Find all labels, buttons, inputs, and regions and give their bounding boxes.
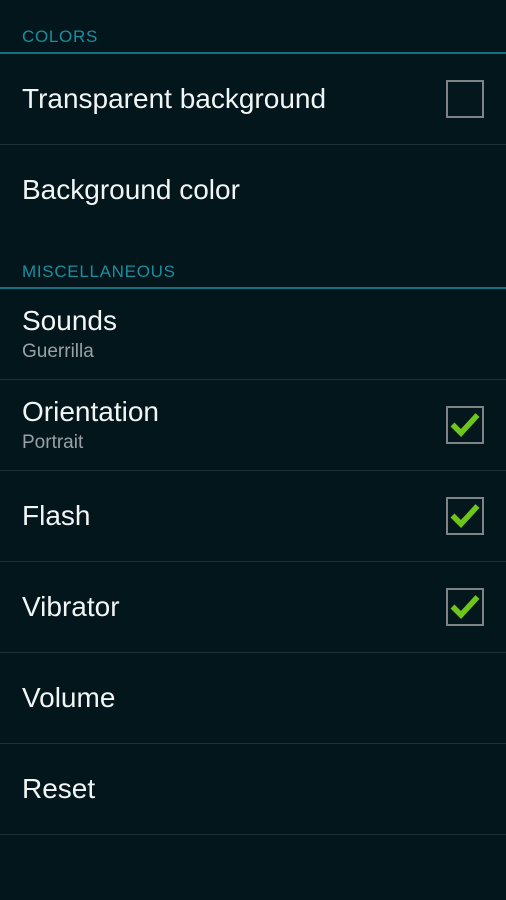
row-volume[interactable]: Volume [0, 653, 506, 743]
row-orientation-text: Orientation Portrait [22, 395, 446, 455]
section-header-colors-label: COLORS [22, 27, 98, 46]
row-sounds[interactable]: Sounds Guerrilla [0, 289, 506, 379]
checkbox-orientation[interactable] [446, 406, 484, 444]
row-vibrator-text: Vibrator [22, 590, 446, 624]
row-flash-text: Flash [22, 499, 446, 533]
row-orientation-subtitle: Portrait [22, 432, 84, 453]
row-flash[interactable]: Flash [0, 471, 506, 561]
section-header-miscellaneous-label: MISCELLANEOUS [22, 262, 176, 281]
row-background-color[interactable]: Background color [0, 145, 506, 235]
row-transparent-background[interactable]: Transparent background [0, 54, 506, 144]
section-header-colors: COLORS [0, 0, 506, 52]
settings-screen: COLORS Transparent background Background… [0, 0, 506, 900]
row-vibrator[interactable]: Vibrator [0, 562, 506, 652]
row-orientation-title: Orientation [22, 396, 159, 427]
row-orientation[interactable]: Orientation Portrait [0, 380, 506, 470]
row-reset-text: Reset [22, 772, 490, 806]
row-sounds-subtitle: Guerrilla [22, 341, 94, 362]
row-transparent-background-text: Transparent background [22, 82, 446, 116]
section-header-miscellaneous: MISCELLANEOUS [0, 235, 506, 287]
row-vibrator-title: Vibrator [22, 591, 120, 622]
row-reset[interactable]: Reset [0, 744, 506, 834]
row-background-color-text: Background color [22, 173, 490, 207]
row-sounds-title: Sounds [22, 305, 117, 336]
checkbox-transparent-background[interactable] [446, 80, 484, 118]
row-reset-title: Reset [22, 773, 96, 804]
row-sounds-text: Sounds Guerrilla [22, 304, 490, 364]
row-volume-title: Volume [22, 682, 116, 713]
checkbox-flash[interactable] [446, 497, 484, 535]
row-background-color-title: Background color [22, 174, 240, 205]
checkbox-vibrator[interactable] [446, 588, 484, 626]
row-flash-title: Flash [22, 500, 91, 531]
row-transparent-background-title: Transparent background [22, 83, 327, 114]
row-volume-text: Volume [22, 681, 490, 715]
list-empty-area [0, 835, 506, 900]
